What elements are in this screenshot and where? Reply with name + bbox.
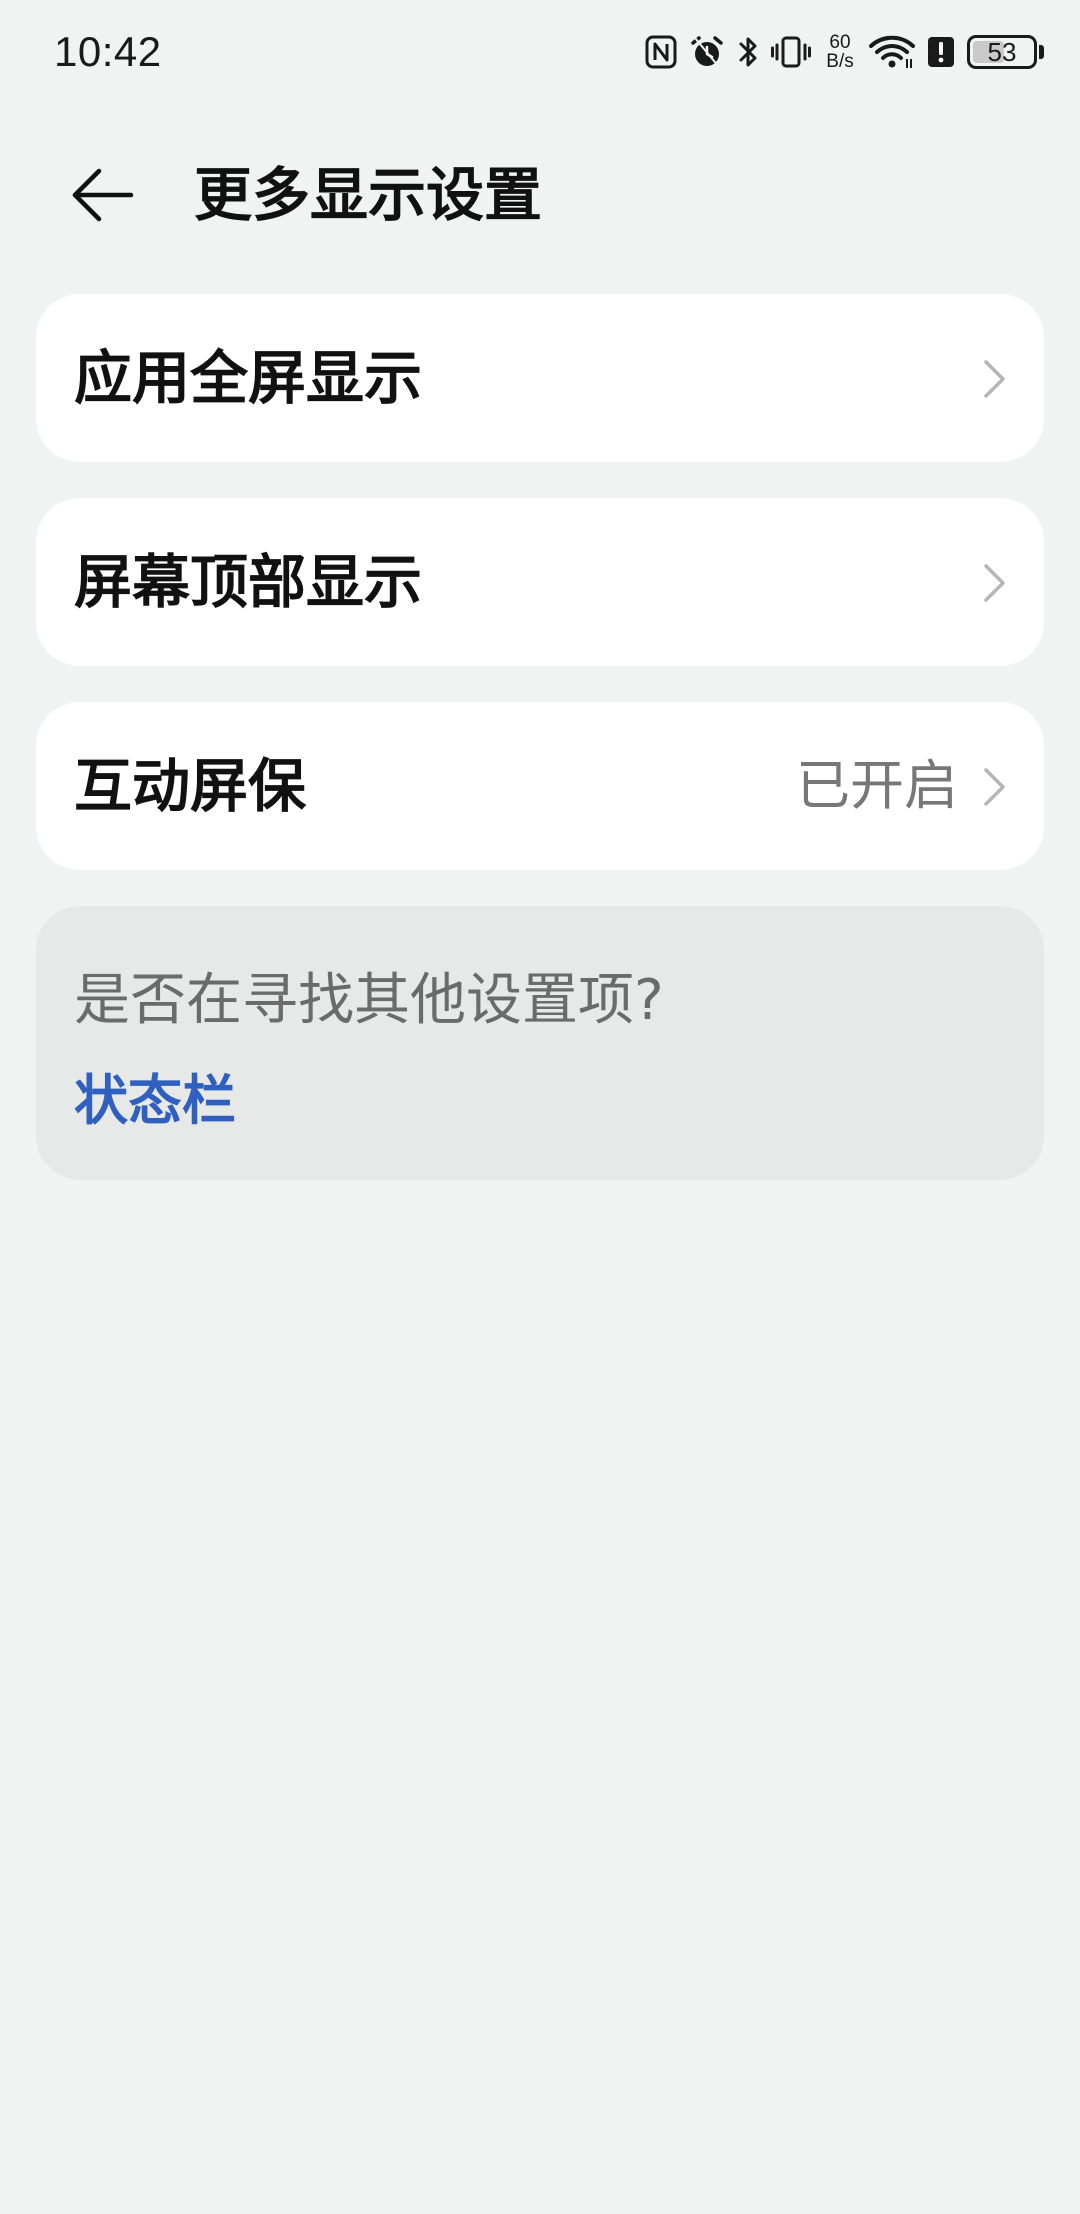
arrow-left-icon <box>72 168 134 222</box>
setting-label: 互动屏保 <box>74 752 307 820</box>
nfc-icon <box>645 35 677 69</box>
net-speed-unit: B/s <box>826 51 854 72</box>
net-speed-value: 60 <box>829 32 851 53</box>
bluetooth-icon <box>737 35 759 69</box>
chevron-right-icon <box>984 564 1005 602</box>
suggestion-link-status-bar[interactable]: 状态栏 <box>74 1056 236 1146</box>
battery-tip <box>1039 45 1044 59</box>
status-bar: 10:42 60 B/s 53 <box>0 0 1080 104</box>
net-speed: 60 B/s <box>823 33 857 71</box>
suggestion-title: 是否在寻找其他设置项? <box>74 968 664 1033</box>
battery: 53 <box>967 35 1037 69</box>
battery-icon: 53 <box>967 35 1044 69</box>
setting-label: 应用全屏显示 <box>74 344 423 412</box>
setting-app-fullscreen[interactable]: 应用全屏显示 <box>36 294 1044 462</box>
chevron-right-icon <box>984 360 1005 398</box>
header: 更多显示设置 <box>0 130 1080 240</box>
status-time: 10:42 <box>54 28 162 75</box>
setting-value: 已开启 <box>796 754 958 817</box>
alarm-icon <box>689 34 725 70</box>
alert-icon <box>927 35 955 69</box>
battery-level: 53 <box>987 37 1017 67</box>
setting-label: 屏幕顶部显示 <box>74 548 423 616</box>
wifi-icon <box>869 35 915 69</box>
setting-screen-top-display[interactable]: 屏幕顶部显示 <box>36 498 1044 666</box>
setting-interactive-screensaver[interactable]: 互动屏保 已开启 <box>36 702 1044 870</box>
chevron-right-icon <box>984 768 1005 806</box>
page-title: 更多显示设置 <box>194 161 543 229</box>
back-button[interactable] <box>60 152 146 238</box>
status-icons: 60 B/s 53 <box>645 30 1044 74</box>
suggestion-box: 是否在寻找其他设置项? 状态栏 <box>36 906 1044 1180</box>
vibrate-icon <box>771 35 811 69</box>
